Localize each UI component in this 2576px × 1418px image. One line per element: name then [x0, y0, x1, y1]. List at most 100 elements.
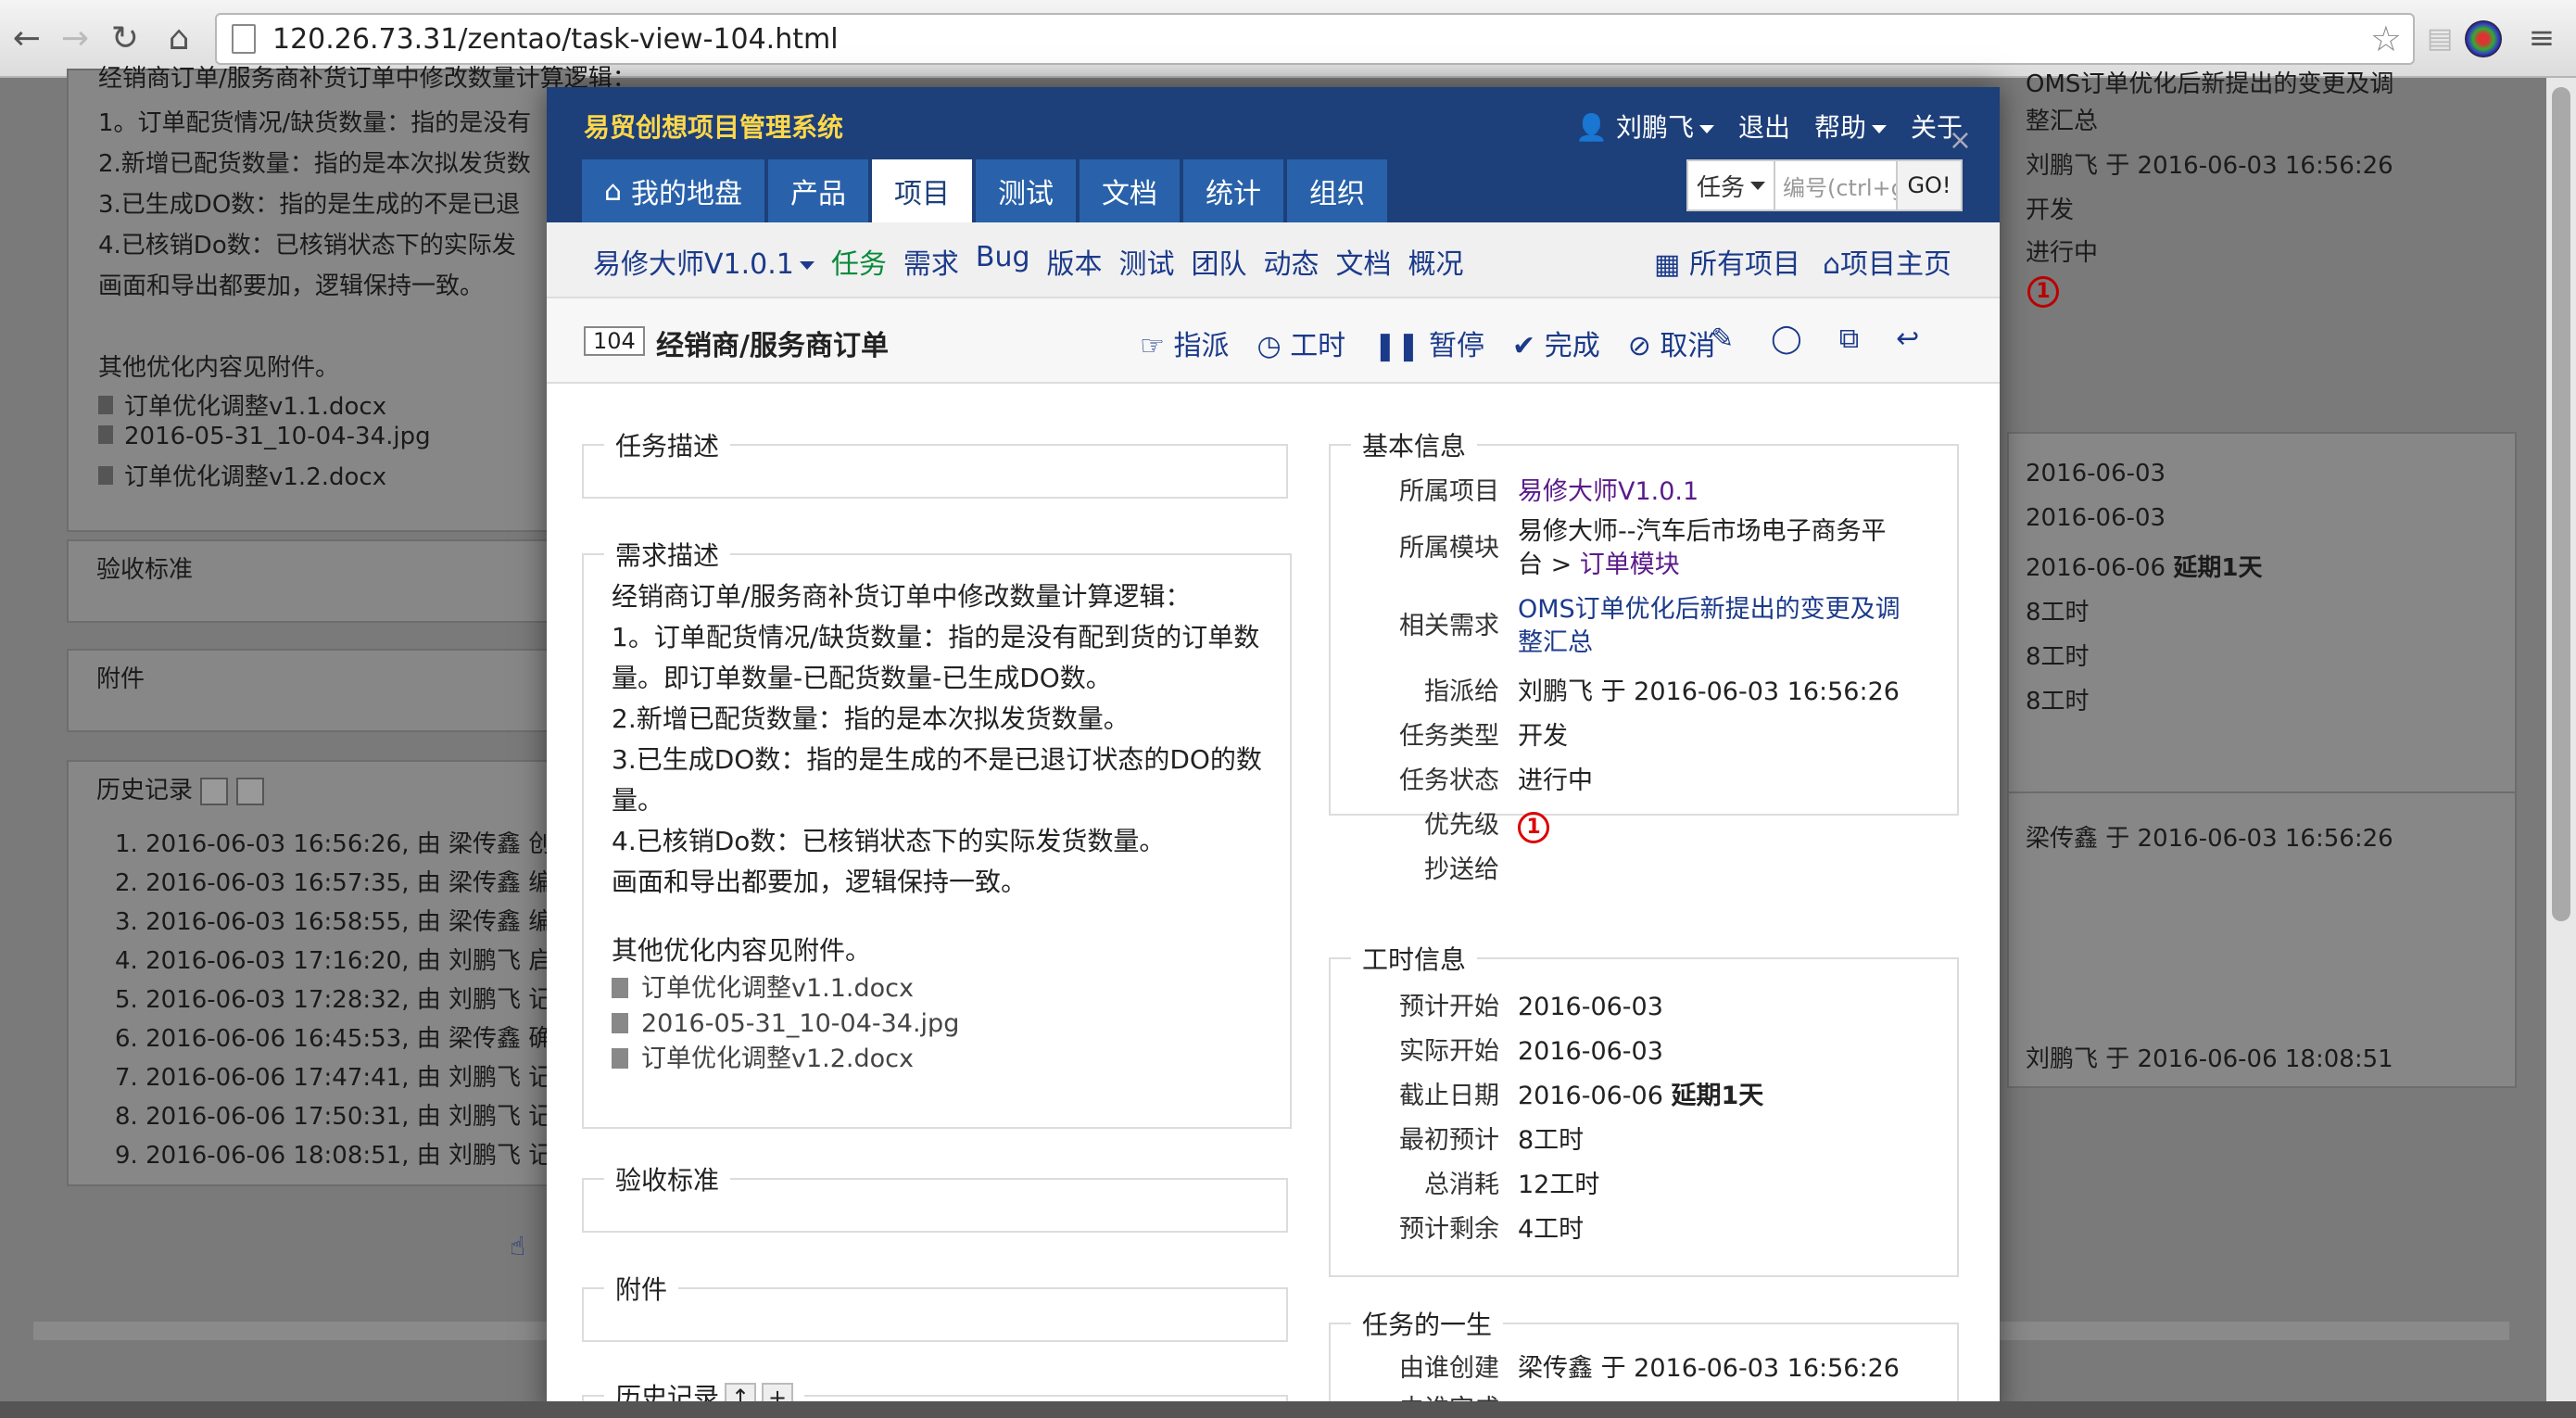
- bg-desc-line: 1。订单配货情况/缺货数量：指的是没有: [98, 109, 532, 137]
- task-title: 经销商/服务商订单: [656, 330, 889, 362]
- pause-button[interactable]: ❚❚ 暂停: [1373, 323, 1484, 363]
- finish-button[interactable]: ✔ 完成: [1512, 323, 1600, 363]
- nav-project[interactable]: 项目: [872, 159, 973, 222]
- bg-assign: 刘鹏飞 于 2016-06-03 16:56:26: [2026, 152, 2393, 180]
- subnav-view[interactable]: 概况: [1408, 241, 1464, 282]
- scrollbar-thumb[interactable]: [2552, 87, 2570, 921]
- bg-history-legend: 历史记录: [96, 771, 264, 805]
- user-menu[interactable]: 👤 刘鹏飞: [1575, 108, 1714, 145]
- nav-doc[interactable]: 文档: [1080, 159, 1181, 222]
- task-desc-legend: 任务描述: [615, 431, 720, 462]
- basic-status: 任务状态 进行中: [1399, 766, 1593, 795]
- forward-icon[interactable]: →: [54, 17, 96, 59]
- user-icon: 👤: [1575, 112, 1609, 143]
- module-link[interactable]: 订单模块: [1580, 551, 1680, 579]
- search-go-button[interactable]: GO!: [1896, 161, 1961, 209]
- bg-file[interactable]: 订单优化调整v1.1.docx: [98, 387, 386, 422]
- subnav-task[interactable]: 任务: [831, 241, 887, 282]
- bottom-status-bar: [0, 1401, 2576, 1418]
- page-icon: [232, 24, 256, 54]
- subnav-team[interactable]: 团队: [1192, 241, 1247, 282]
- subnav-build[interactable]: 版本: [1047, 241, 1103, 282]
- bg-history-item: 7. 2016-06-06 17:47:41, 由 刘鹏飞 记录: [115, 1064, 577, 1092]
- bg-type: 开发: [2026, 196, 2075, 224]
- subnav-dynamic[interactable]: 动态: [1264, 241, 1320, 282]
- cancel-button[interactable]: ⊘ 取消: [1628, 323, 1716, 363]
- bg-accept-legend: 验收标准: [96, 556, 194, 584]
- edit-icon[interactable]: ✎: [1711, 323, 1734, 355]
- nav-report[interactable]: 统计: [1183, 159, 1284, 222]
- attachment-file[interactable]: 2016-05-31_10-04-34.jpg: [612, 1007, 1262, 1042]
- accept-legend: 验收标准: [615, 1165, 720, 1196]
- pause-icon: ❚❚: [1373, 330, 1421, 362]
- attachment-file[interactable]: 订单优化调整v1.2.docx: [612, 1042, 1262, 1077]
- subnav-story[interactable]: 需求: [903, 241, 959, 282]
- task-id-badge: 104: [584, 326, 645, 356]
- subnav-doc[interactable]: 文档: [1336, 241, 1392, 282]
- story-desc-line: 经销商订单/服务商补货订单中修改数量计算逻辑：: [612, 581, 1192, 612]
- bg-finished: 刘鹏飞 于 2016-06-06 18:08:51: [2026, 1045, 2393, 1073]
- delay-badge: 延期1天: [1671, 1082, 1764, 1110]
- bg-history-item: 3. 2016-06-03 16:58:55, 由 梁传鑫 编辑: [115, 908, 577, 936]
- file-icon: [612, 1048, 628, 1069]
- home-icon: ⌂: [1822, 248, 1840, 281]
- back-icon[interactable]: ←: [6, 17, 48, 59]
- basic-legend: 基本信息: [1362, 431, 1467, 462]
- bg-desc-line: 2.新增已配货数量：指的是本次拟发货数: [98, 150, 531, 178]
- basic-mailto: 抄送给: [1424, 855, 1499, 884]
- bg-file[interactable]: 2016-05-31_10-04-34.jpg: [98, 423, 431, 450]
- reload-icon[interactable]: ↻: [104, 17, 146, 59]
- address-bar[interactable]: 120.26.73.31/zentao/task-view-104.html ☆: [215, 13, 2415, 65]
- bookmark-star-icon[interactable]: ☆: [2370, 19, 2402, 59]
- extension-color-icon[interactable]: [2465, 20, 2502, 57]
- help-menu[interactable]: 帮助: [1814, 108, 1887, 145]
- task-desc-section: 任务描述: [582, 426, 1288, 499]
- bg-history-item: 1. 2016-06-03 16:56:26, 由 梁传鑫 创建: [115, 830, 577, 858]
- assign-button[interactable]: ☞ 指派: [1140, 323, 1229, 363]
- check-icon: ✔: [1512, 330, 1536, 362]
- page-scrollbar[interactable]: [2546, 78, 2576, 1418]
- bg-story-link[interactable]: OMS订单优化后新提出的变更及调: [2026, 65, 2393, 99]
- project-switcher[interactable]: 易修大师V1.0.1: [593, 241, 814, 282]
- bg-story-link-2[interactable]: 整汇总: [2026, 102, 2098, 136]
- effort-button[interactable]: ◷ 工时: [1256, 323, 1345, 363]
- subnav-bug[interactable]: Bug: [976, 241, 1030, 282]
- bg-file[interactable]: 订单优化调整v1.2.docx: [98, 458, 386, 492]
- bg-hours: 8工时: [2026, 599, 2090, 627]
- bg-date: 2016-06-03: [2026, 460, 2166, 487]
- search-box: 任务 编号(ctrl+g) GO!: [1686, 159, 1963, 211]
- story-desc-line: 量。: [612, 785, 664, 816]
- search-type-select[interactable]: 任务: [1688, 161, 1775, 209]
- project-link[interactable]: 易修大师V1.0.1: [1518, 477, 1698, 506]
- priority-badge: 1: [1518, 812, 1549, 843]
- comment-icon[interactable]: ◯: [1771, 323, 1802, 355]
- logout-link[interactable]: 退出: [1738, 108, 1790, 145]
- site-name[interactable]: 易贸创想项目管理系统: [584, 108, 843, 145]
- story-link[interactable]: OMS订单优化后新提出的变更及调 整汇总: [1518, 593, 1900, 660]
- attachment-file[interactable]: 订单优化调整v1.1.docx: [612, 971, 1262, 1007]
- nav-company[interactable]: 组织: [1287, 159, 1388, 222]
- extension-icon[interactable]: ▤: [2418, 17, 2461, 59]
- effort-est-start: 预计开始 2016-06-03: [1399, 993, 1663, 1021]
- nav-product[interactable]: 产品: [768, 159, 869, 222]
- all-projects-link[interactable]: ▦ 所有项目: [1654, 241, 1800, 282]
- close-icon[interactable]: ×: [1949, 124, 1972, 157]
- copy-icon[interactable]: ⧉: [1839, 323, 1859, 355]
- nav-my[interactable]: ⌂ 我的地盘: [582, 159, 765, 222]
- user-bar: 👤 刘鹏飞 退出 帮助 关于: [1575, 108, 1963, 145]
- menu-icon[interactable]: ≡: [2520, 17, 2563, 59]
- home-icon[interactable]: ⌂: [158, 17, 200, 59]
- bg-history-item: 5. 2016-06-03 17:28:32, 由 刘鹏飞 记录: [115, 986, 577, 1014]
- back-icon[interactable]: ↩: [1896, 323, 1919, 355]
- project-home-link[interactable]: ⌂项目主页: [1823, 241, 1951, 282]
- basic-project: 所属项目 易修大师V1.0.1: [1399, 477, 1699, 506]
- search-input[interactable]: 编号(ctrl+g): [1775, 161, 1896, 209]
- nav-qa[interactable]: 测试: [976, 159, 1077, 222]
- effort-left: 预计剩余 4工时: [1399, 1215, 1585, 1244]
- modal-header: 易贸创想项目管理系统 👤 刘鹏飞 退出 帮助 关于 × ⌂ 我的地盘 产品 项目 …: [547, 87, 2000, 222]
- story-desc-body: 经销商订单/服务商补货订单中修改数量计算逻辑： 1。订单配货情况/缺货数量：指的…: [584, 573, 1290, 1077]
- bg-priority: 1: [2027, 276, 2059, 308]
- bg-date: 2016-06-03: [2026, 504, 2166, 532]
- effort-real-start: 实际开始 2016-06-03: [1399, 1037, 1663, 1066]
- subnav-test[interactable]: 测试: [1119, 241, 1175, 282]
